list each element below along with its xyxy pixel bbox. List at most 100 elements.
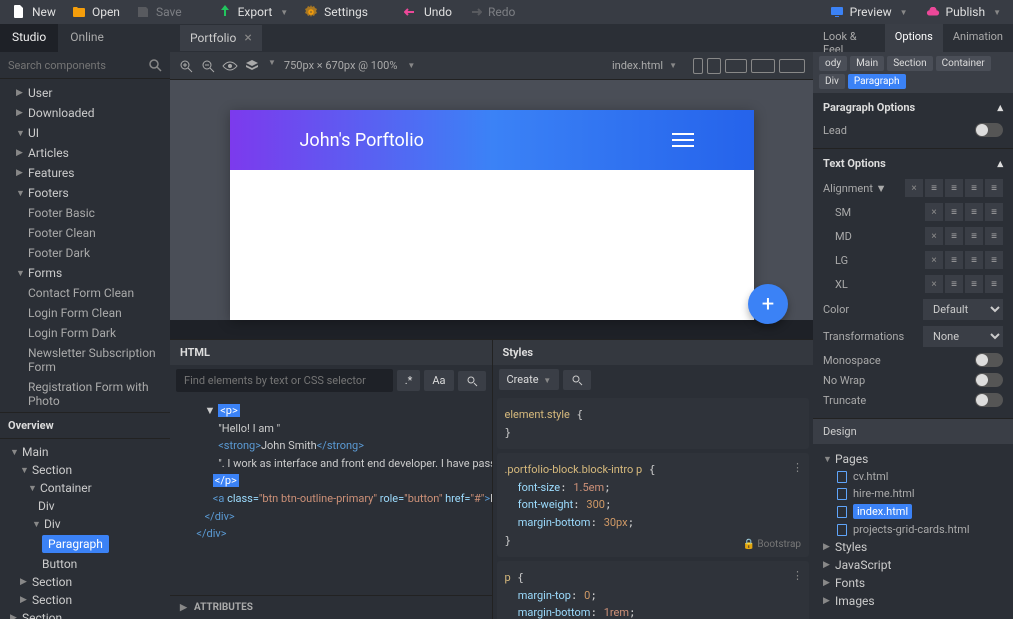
publish-button[interactable]: Publish▼ [918,1,1009,23]
preview-button[interactable]: Preview▼ [822,1,916,23]
pages-group[interactable]: ▼Pages [813,450,1013,468]
fonts-group[interactable]: ▶Fonts [813,574,1013,592]
align-right-icon[interactable]: ≡ [965,179,983,197]
device-laptop-icon[interactable] [725,59,747,73]
tree-footer-dark[interactable]: Footer Dark [0,243,170,263]
align-none[interactable]: × [925,251,943,269]
text-options-header[interactable]: Text Options▴ [823,157,1003,170]
canvas-filename[interactable]: index.html [612,59,663,72]
tab-animation[interactable]: Animation [943,24,1013,52]
attributes-header[interactable]: ▶ATTRIBUTES [170,595,492,619]
ov-paragraph[interactable]: Paragraph [0,533,170,555]
tree-features[interactable]: ▶Features [0,163,170,183]
layers-icon[interactable] [244,58,260,74]
tab-online[interactable]: Online [58,24,116,52]
html-find-input[interactable] [176,369,393,392]
fab-add-button[interactable]: + [748,284,788,324]
device-tablet-icon[interactable] [707,58,721,74]
paragraph-options-header[interactable]: Paragraph Options▴ [823,101,1003,114]
ov-section2[interactable]: ▶Section [0,573,170,591]
align-left-icon[interactable]: ≡ [945,251,963,269]
align-center-icon[interactable]: ≡ [945,179,963,197]
monospace-toggle[interactable] [975,353,1003,367]
ov-section4[interactable]: ▶Section [0,609,170,619]
design-tab[interactable]: Design [813,419,1013,444]
nowrap-toggle[interactable] [975,373,1003,387]
align-left-icon[interactable]: ≡ [945,227,963,245]
collapse-icon[interactable]: ▴ [997,157,1003,170]
bc-div[interactable]: Div [819,74,845,89]
tab-studio[interactable]: Studio [0,24,58,52]
ov-section3[interactable]: ▶Section [0,591,170,609]
align-center-icon[interactable]: ≡ [965,275,983,293]
html-code-area[interactable]: ▼ <p> "Hello! I am " <strong>John Smith<… [170,396,492,595]
tab-options[interactable]: Options [885,24,943,52]
align-center-icon[interactable]: ≡ [965,203,983,221]
create-style-button[interactable]: Create ▼ [499,369,560,390]
tree-ui[interactable]: ▼UI [0,123,170,143]
search-input[interactable] [8,59,148,72]
tree-newsletter[interactable]: Newsletter Subscription Form [0,343,170,377]
export-button[interactable]: Export▼ [210,1,297,23]
case-btn[interactable]: Aa [424,370,453,391]
truncate-toggle[interactable] [975,393,1003,407]
align-none[interactable]: × [925,275,943,293]
ov-container[interactable]: ▼Container [0,479,170,497]
find-icon[interactable] [458,371,486,391]
tree-footers[interactable]: ▼Footers [0,183,170,203]
undo-button[interactable]: Undo [396,1,460,23]
save-button[interactable]: Save [128,1,190,23]
zoom-in-icon[interactable] [178,58,194,74]
align-right-icon[interactable]: ≡ [985,203,1003,221]
selector-btn[interactable]: .* [397,370,421,391]
canvas-area[interactable]: John's Porftolio [170,80,813,320]
chevron-down-icon[interactable]: ▼ [407,61,415,70]
search-icon[interactable] [148,58,162,72]
device-mobile-icon[interactable] [693,58,703,74]
align-center-icon[interactable]: ≡ [965,227,983,245]
bc-container[interactable]: Container [936,56,991,71]
styles-group[interactable]: ▶Styles [813,538,1013,556]
align-right-icon[interactable]: ≡ [985,251,1003,269]
style-rule-2[interactable]: p { margin-top: 0; margin-bottom: 1rem;}… [497,561,810,619]
settings-button[interactable]: Settings [296,1,376,23]
transformations-select[interactable]: None [923,326,1003,347]
bc-section[interactable]: Section [887,56,932,71]
ov-button[interactable]: Button [0,555,170,573]
align-right-icon[interactable]: ≡ [985,275,1003,293]
color-select[interactable]: Default [923,299,1003,320]
align-none[interactable]: × [905,179,923,197]
images-group[interactable]: ▶Images [813,592,1013,610]
align-left-icon[interactable]: ≡ [925,179,943,197]
tree-login-dark[interactable]: Login Form Dark [0,323,170,343]
tree-articles[interactable]: ▶Articles [0,143,170,163]
bc-main[interactable]: Main [850,56,884,71]
ov-main[interactable]: ▼Main [0,443,170,461]
file-index[interactable]: index.html [813,502,1013,521]
style-rule-1[interactable]: .portfolio-block.block-intro p { font-si… [497,453,810,557]
style-element[interactable]: element.style {} [497,398,810,449]
close-icon[interactable]: × [244,30,251,46]
tree-footer-basic[interactable]: Footer Basic [0,203,170,223]
file-tab[interactable]: Portfolio × [180,25,262,51]
bc-body[interactable]: ody [819,56,847,71]
tab-look-feel[interactable]: Look & Feel [813,24,885,52]
style-search-icon[interactable] [563,370,591,390]
new-button[interactable]: New [4,1,64,23]
align-left-icon[interactable]: ≡ [945,203,963,221]
tree-forms[interactable]: ▼Forms [0,263,170,283]
javascript-group[interactable]: ▶JavaScript [813,556,1013,574]
device-xl-icon[interactable] [779,59,805,73]
open-button[interactable]: Open [64,1,128,23]
align-none[interactable]: × [925,203,943,221]
eye-icon[interactable] [222,58,238,74]
align-none[interactable]: × [925,227,943,245]
ov-section[interactable]: ▼Section [0,461,170,479]
ov-div[interactable]: Div [0,497,170,515]
tree-login-clean[interactable]: Login Form Clean [0,303,170,323]
bc-paragraph[interactable]: Paragraph [848,74,906,89]
device-desktop-icon[interactable] [751,59,775,73]
more-icon[interactable]: ⋮ [792,459,803,477]
collapse-icon[interactable]: ▴ [997,101,1003,114]
file-cv[interactable]: cv.html [813,468,1013,485]
